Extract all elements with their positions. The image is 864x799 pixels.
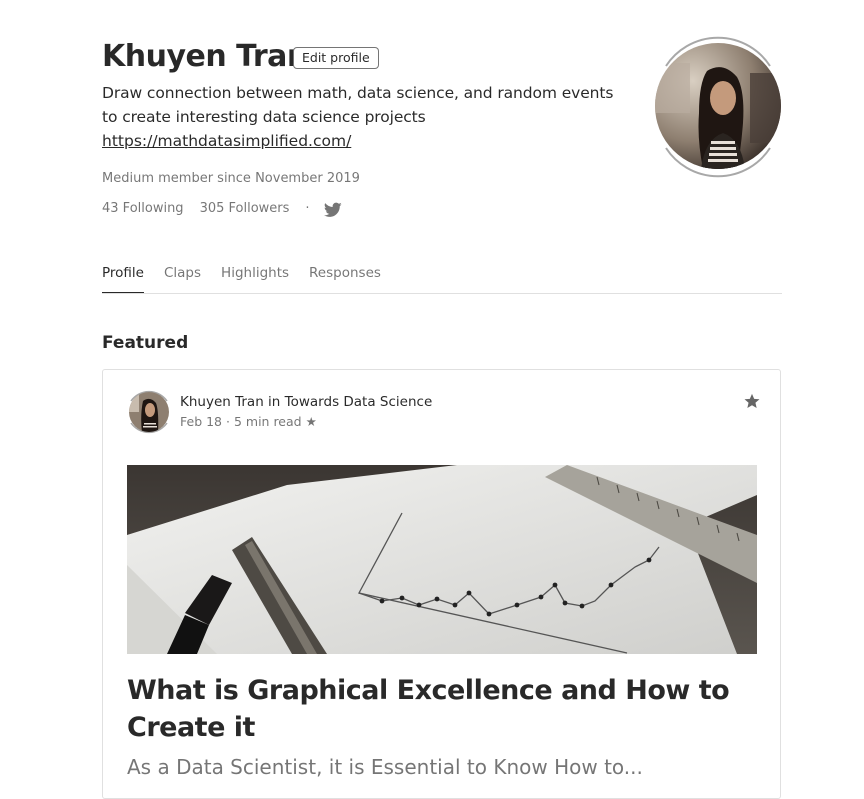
post-title[interactable]: What is Graphical Excellence and How to …	[127, 672, 767, 746]
profile-website-link[interactable]: https://mathdatasimplified.com/	[102, 129, 351, 153]
post-subtitle[interactable]: As a Data Scientist, it is Essential to …	[127, 755, 643, 779]
featured-post-card[interactable]: Khuyen Tran in Towards Data Science Feb …	[102, 369, 781, 799]
followers-count-link[interactable]: 305 Followers	[200, 201, 290, 216]
featured-heading: Featured	[102, 333, 189, 353]
byline-in: in	[268, 394, 281, 410]
post-meta: Feb 18 · 5 min read ★	[180, 414, 317, 429]
member-since-text: Medium member since November 2019	[102, 171, 360, 186]
tab-responses[interactable]: Responses	[309, 262, 381, 292]
edit-profile-button[interactable]: Edit profile	[293, 47, 379, 69]
profile-photo	[655, 43, 781, 169]
member-star-icon: ★	[305, 414, 317, 429]
tab-profile[interactable]: Profile	[102, 262, 144, 293]
post-read-time: 5 min read	[233, 414, 302, 429]
profile-stats: 43 Following 305 Followers ·	[102, 198, 342, 218]
twitter-icon[interactable]	[323, 202, 342, 218]
following-count-link[interactable]: 43 Following	[102, 201, 184, 216]
post-publication-link[interactable]: Towards Data Science	[285, 394, 433, 410]
tab-highlights[interactable]: Highlights	[221, 262, 289, 292]
profile-bio: Draw connection between math, data scien…	[102, 84, 614, 126]
author-avatar[interactable]	[125, 387, 173, 437]
tab-claps[interactable]: Claps	[164, 262, 201, 292]
star-icon[interactable]	[743, 392, 761, 410]
post-date: Feb 18	[180, 414, 223, 429]
meta-separator: ·	[226, 414, 230, 429]
stats-separator: ·	[305, 200, 310, 216]
profile-name: Khuyen Tran	[102, 39, 308, 74]
profile-avatar[interactable]	[652, 36, 784, 178]
post-byline: Khuyen Tran in Towards Data Science	[180, 394, 432, 410]
post-cover-image[interactable]	[127, 465, 757, 654]
profile-tabs: Profile Claps Highlights Responses	[102, 262, 782, 294]
post-author-link[interactable]: Khuyen Tran	[180, 394, 264, 410]
